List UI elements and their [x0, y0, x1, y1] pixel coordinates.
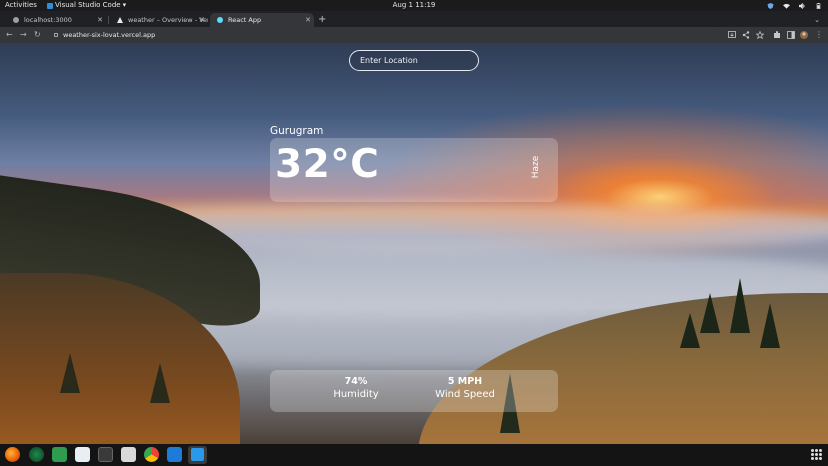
tab-localhost[interactable]: localhost:3000 ✕: [6, 13, 106, 27]
text-editor-icon[interactable]: [75, 447, 90, 462]
tab-react-app[interactable]: React App ✕: [210, 13, 314, 27]
chevron-down-icon: ▾: [122, 1, 127, 9]
desktop-screen: Activities Visual Studio Code ▾ Aug 1 11…: [0, 0, 828, 466]
profile-avatar-icon[interactable]: [800, 31, 808, 39]
url-text: weather-six-lovat.vercel.app: [63, 31, 156, 39]
tab-title: weather – Overview - Ver: [128, 16, 208, 24]
humidity-stat: 74% Humidity: [326, 376, 386, 400]
back-arrow-icon[interactable]: ←: [6, 27, 13, 43]
vercel-icon: [117, 17, 123, 23]
system-top-bar: Activities Visual Studio Code ▾ Aug 1 11…: [0, 0, 828, 11]
clock[interactable]: Aug 1 11:19: [393, 1, 436, 9]
share-icon[interactable]: [742, 31, 750, 39]
lock-icon: [54, 33, 58, 37]
app-menu-label: Visual Studio Code: [55, 1, 121, 9]
tree: [760, 303, 780, 348]
vscode-insiders-icon[interactable]: [188, 446, 207, 464]
battery-icon: [816, 2, 821, 9]
vscode-insiders-glyph: [191, 448, 204, 461]
browser-tab-strip: localhost:3000 ✕ weather – Overview - Ve…: [0, 11, 828, 27]
vscode-icon[interactable]: [167, 447, 182, 462]
tree: [730, 278, 750, 333]
wind-stat: 5 MPH Wind Speed: [430, 376, 500, 400]
weather-page: Gurugram 32°C Haze 74% Humidity 5 MPH Wi…: [0, 43, 828, 444]
kebab-menu-icon[interactable]: ⋮: [815, 27, 823, 43]
shield-icon: [767, 2, 774, 9]
humidity-value: 74%: [344, 376, 368, 387]
globe-icon: [13, 17, 19, 23]
files-icon[interactable]: [121, 447, 136, 462]
tree: [680, 313, 700, 348]
chrome-icon[interactable]: [144, 447, 159, 462]
tab-search-chevron-icon[interactable]: ⌄: [814, 13, 820, 27]
volume-icon: [799, 2, 805, 9]
activities-button[interactable]: Activities: [5, 0, 37, 11]
close-icon[interactable]: ✕: [305, 13, 311, 27]
forward-arrow-icon[interactable]: →: [20, 27, 27, 43]
spreadsheet-icon[interactable]: [52, 447, 67, 462]
tree: [60, 353, 80, 393]
show-applications-icon[interactable]: [811, 449, 822, 460]
terminal-alt-icon[interactable]: [29, 447, 44, 462]
temperature-value: 32°C: [275, 142, 380, 187]
firefox-icon[interactable]: [5, 447, 20, 462]
new-tab-button[interactable]: +: [318, 13, 326, 27]
tab-vercel-overview[interactable]: weather – Overview - Ver ✕: [110, 13, 208, 27]
extensions-puzzle-icon[interactable]: [773, 31, 781, 39]
system-tray[interactable]: [767, 0, 822, 11]
humidity-label: Humidity: [333, 389, 379, 400]
address-bar[interactable]: weather-six-lovat.vercel.app: [50, 29, 720, 41]
react-icon: [217, 17, 223, 23]
tab-title: React App: [228, 16, 262, 24]
terminal-icon[interactable]: [98, 447, 113, 462]
location-search-input[interactable]: [349, 50, 479, 71]
tree: [150, 363, 170, 403]
side-panel-icon[interactable]: [787, 31, 795, 39]
install-app-icon[interactable]: [728, 31, 736, 39]
tab-title: localhost:3000: [24, 16, 72, 24]
close-icon[interactable]: ✕: [97, 13, 103, 27]
vscode-icon: [47, 2, 53, 9]
wind-label: Wind Speed: [435, 389, 495, 400]
current-weather-card: 32°C Haze: [270, 138, 558, 202]
browser-toolbar: ← → ↻ weather-six-lovat.vercel.app ⋮: [0, 27, 828, 43]
weather-condition: Haze: [531, 155, 541, 179]
bookmark-star-icon[interactable]: [756, 31, 764, 39]
wifi-icon: [783, 3, 790, 9]
weather-stats-card: 74% Humidity 5 MPH Wind Speed: [270, 370, 558, 412]
wind-value: 5 MPH: [447, 376, 483, 387]
ubuntu-dock: [0, 444, 828, 466]
close-icon[interactable]: ✕: [199, 13, 205, 27]
tab-divider: [108, 16, 109, 24]
app-menu[interactable]: Visual Studio Code ▾: [47, 0, 126, 11]
reload-icon[interactable]: ↻: [34, 27, 41, 43]
tree: [700, 293, 720, 333]
city-name: Gurugram: [270, 125, 324, 137]
